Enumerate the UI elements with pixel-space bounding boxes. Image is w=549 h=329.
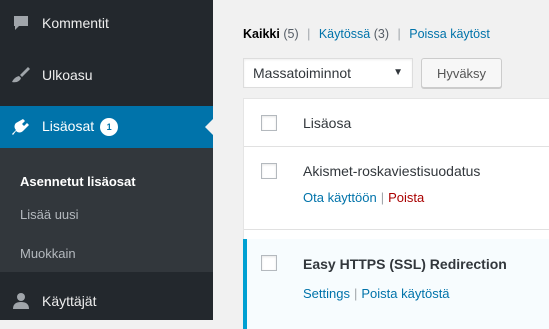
sidebar-item-users[interactable]: Käyttäjät [0,284,213,318]
speech-bubble-icon [10,12,32,34]
column-header-plugin[interactable]: Lisäosa [303,115,351,131]
deactivate-link[interactable]: Poista käytöstä [361,286,449,301]
sidebar-item-plugins[interactable]: Lisäosat 1 [0,106,213,148]
filter-active[interactable]: Käytössä [319,27,370,41]
plugins-submenu: Asennetut lisäosat Lisää uusi Muokkain [0,148,213,272]
submenu-item-add-new[interactable]: Lisää uusi [20,207,79,222]
settings-link[interactable]: Settings [303,286,350,301]
sidebar-item-label: Kommentit [42,15,109,31]
paintbrush-icon [10,64,32,86]
bulk-actions-select[interactable]: Massatoiminnot ▼ [243,58,413,88]
plugin-status-filters: Kaikki (5) | Käytössä (3) | Poissa käytö… [243,27,490,41]
update-count-badge: 1 [100,118,119,136]
plugin-name: Akismet-roskaviestisuodatus [303,163,481,179]
apply-button[interactable]: Hyväksy [421,58,502,88]
filter-active-label: Käytössä [318,27,371,41]
current-menu-arrow [205,119,213,135]
sidebar-item-label: Lisäosat 1 [42,118,119,136]
filter-active-count: (3) [373,27,390,41]
plug-icon [10,116,32,138]
action-separator: | [380,190,385,205]
filter-all[interactable]: Kaikki [243,27,280,41]
plugin-row: Akismet-roskaviestisuodatus Ota käyttöön… [244,147,549,230]
plugins-table: Lisäosa Akismet-roskaviestisuodatus Ota … [243,98,549,329]
bulk-actions-selected-value: Massatoiminnot [253,65,352,81]
filter-all-count: (5) [283,27,299,41]
submenu-item-editor[interactable]: Muokkain [20,246,76,261]
select-all-checkbox[interactable] [261,115,277,131]
plugin-checkbox[interactable] [261,163,277,179]
row-actions: Ota käyttöön | Poista [303,190,424,205]
submenu-item-installed-plugins[interactable]: Asennetut lisäosat [20,174,136,189]
plugin-name: Easy HTTPS (SSL) Redirection [303,256,507,272]
sidebar-item-label: Ulkoasu [42,67,93,83]
filter-separator: | [397,27,401,41]
delete-link[interactable]: Poista [388,190,424,205]
filter-all-label: Kaikki [243,27,280,41]
dropdown-caret-icon: ▼ [393,67,403,78]
plugin-checkbox[interactable] [261,255,277,271]
plugins-main-content: Kaikki (5) | Käytössä (3) | Poissa käytö… [213,0,549,329]
action-separator: | [353,286,358,301]
plugins-label-text: Lisäosat [42,118,95,134]
plugin-row: Easy HTTPS (SSL) Redirection Settings | Po… [243,239,549,329]
table-header: Lisäosa [244,99,549,147]
activate-link[interactable]: Ota käyttöön [303,190,377,205]
filter-separator: | [307,27,311,41]
user-icon [10,290,32,312]
sidebar-item-appearance[interactable]: Ulkoasu [0,58,213,92]
sidebar-item-label: Käyttäjät [42,293,97,309]
admin-sidebar: Kommentit Ulkoasu Lisäosat 1 Asennetut li… [0,0,213,320]
sidebar-item-comments[interactable]: Kommentit [0,6,213,40]
filter-inactive[interactable]: Poissa käytöst [409,27,490,41]
row-actions: Settings | Poista käytöstä [303,286,450,301]
